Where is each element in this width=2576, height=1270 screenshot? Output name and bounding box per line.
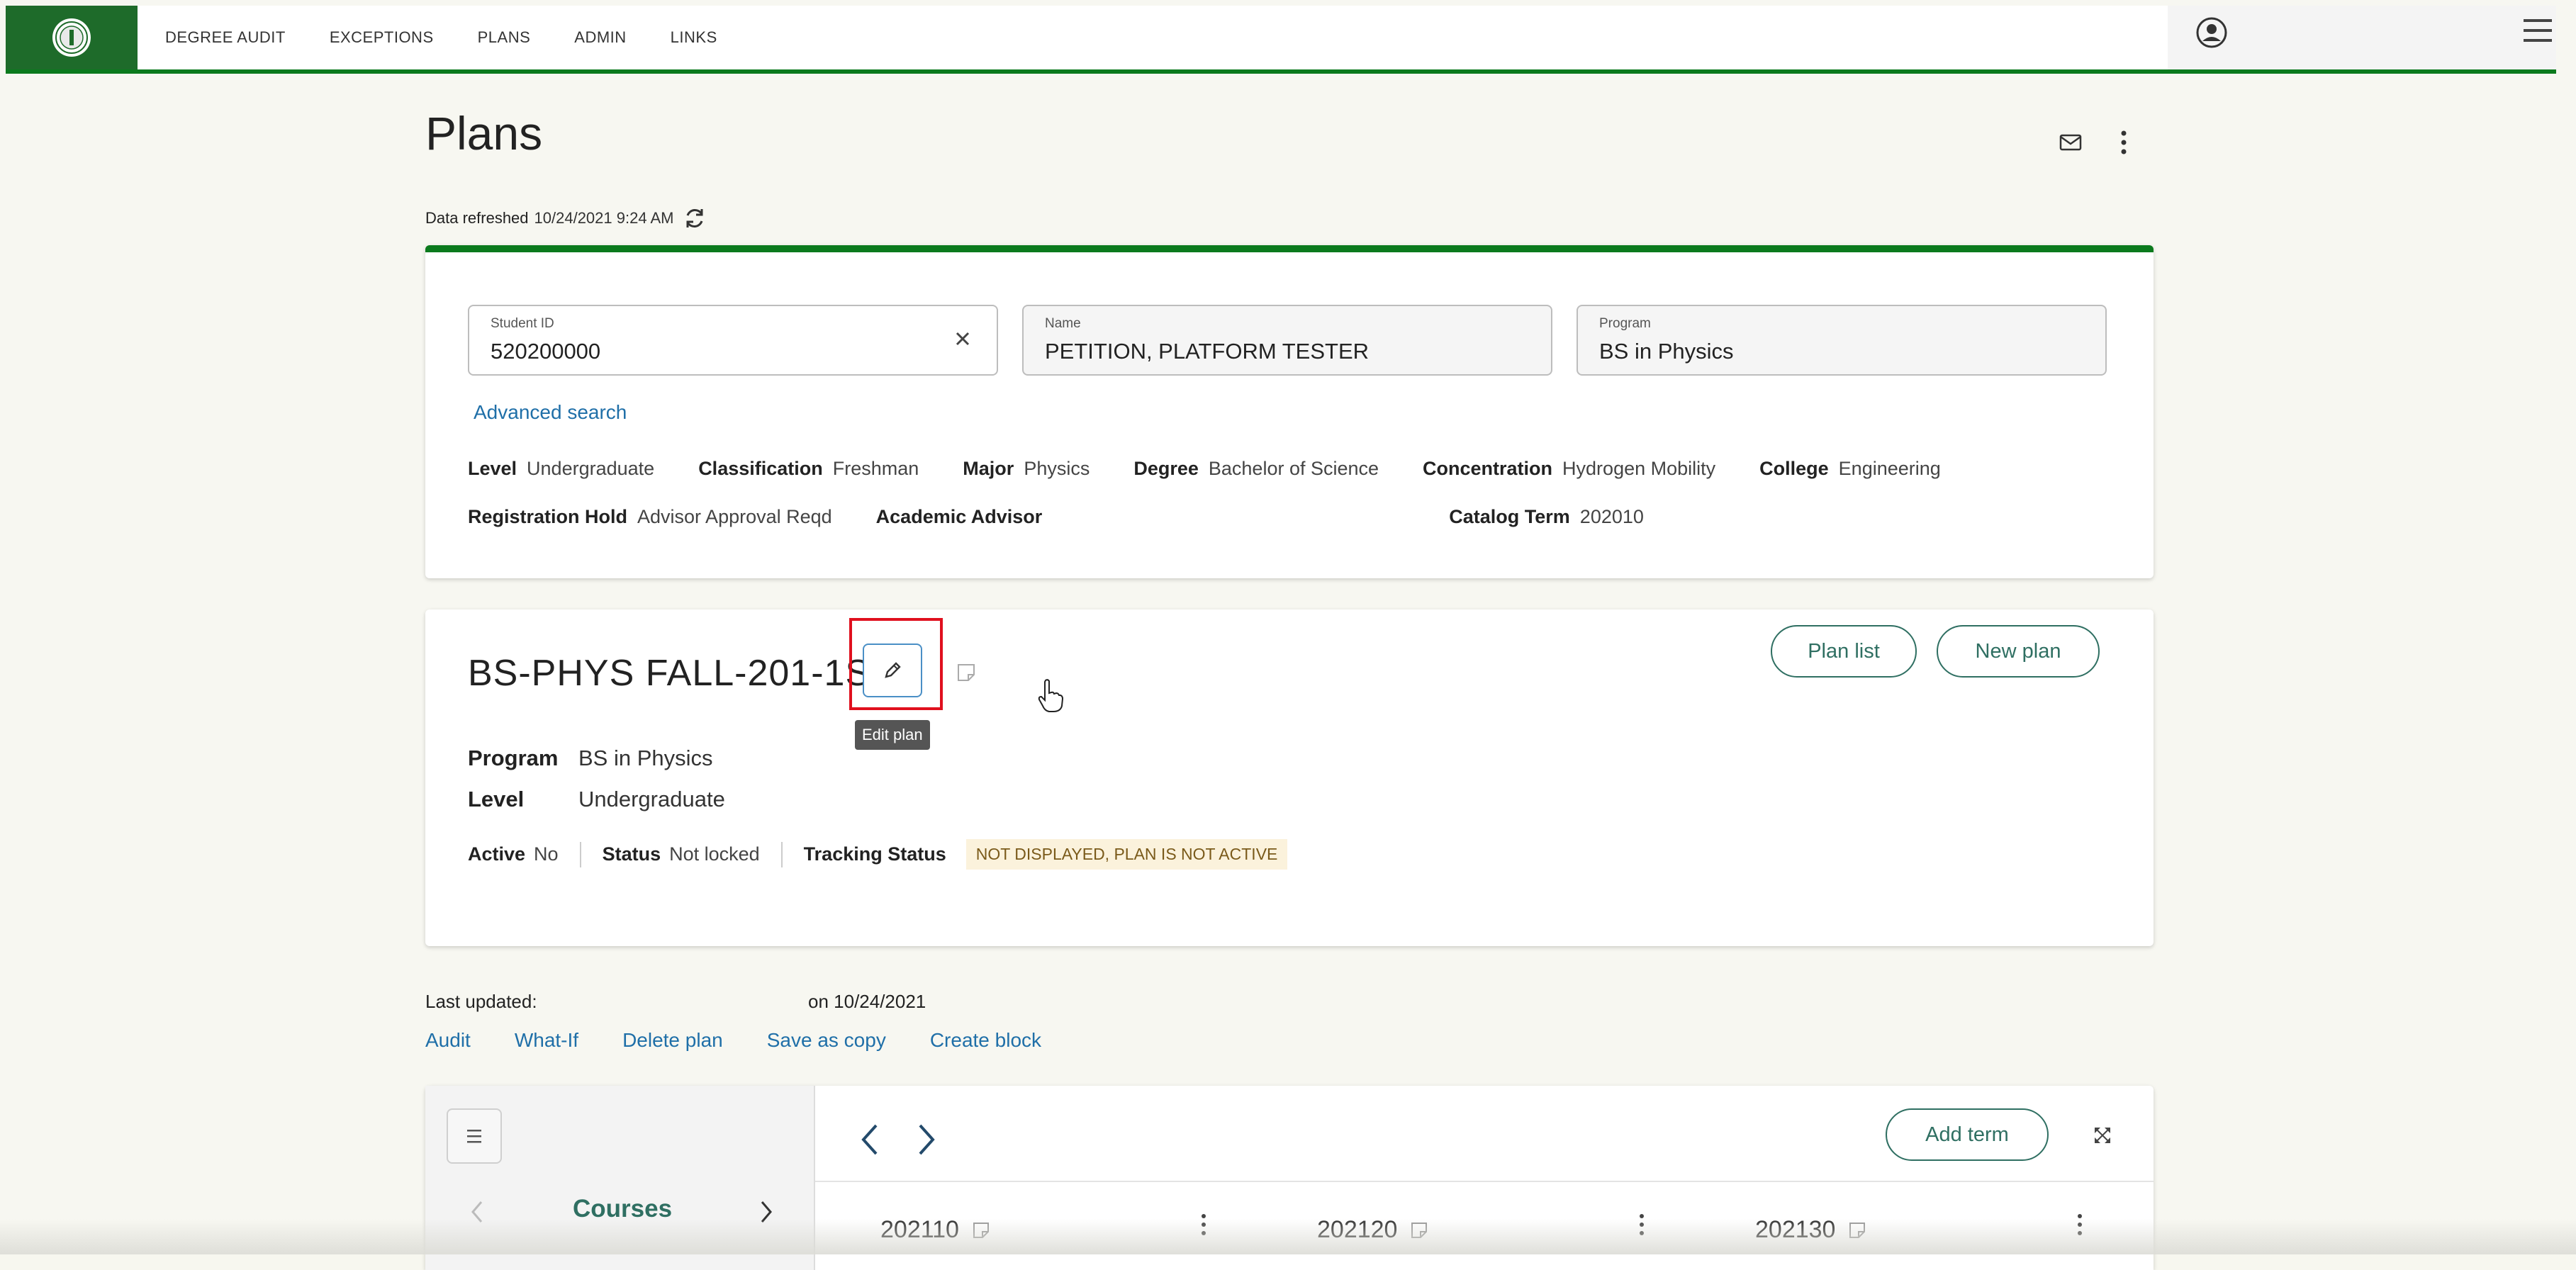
page-title: Plans xyxy=(425,107,543,159)
pencil-icon xyxy=(885,662,901,678)
what-if-link[interactable]: What-If xyxy=(515,1029,578,1052)
catalog-term-key: Catalog Term xyxy=(1449,506,1570,527)
university-seal-icon xyxy=(52,18,91,57)
level-val: Undergraduate xyxy=(527,458,655,479)
degree-key: Degree xyxy=(1133,458,1199,479)
logo[interactable] xyxy=(6,6,138,69)
major-val: Physics xyxy=(1024,458,1090,479)
plan-card: BS-PHYS FALL-201-1S Edit plan Plan list … xyxy=(425,609,2154,946)
degree-val: Bachelor of Science xyxy=(1208,458,1379,479)
college-key: College xyxy=(1759,458,1829,479)
advanced-search-link[interactable]: Advanced search xyxy=(474,401,627,424)
nav-admin[interactable]: ADMIN xyxy=(574,28,626,47)
name-value: PETITION, PLATFORM TESTER xyxy=(1045,339,1370,364)
tracking-status-badge: NOT DISPLAYED, PLAN IS NOT ACTIVE xyxy=(965,839,1288,870)
nav-degree-audit[interactable]: DEGREE AUDIT xyxy=(165,28,286,47)
last-updated-value: on 10/24/2021 xyxy=(808,991,926,1012)
student-meta-row-1: Level Undergraduate Classification Fresh… xyxy=(468,458,1985,480)
plan-program-val: BS in Physics xyxy=(578,746,713,770)
delete-plan-link[interactable]: Delete plan xyxy=(622,1029,723,1052)
data-refreshed: Data refreshed 10/24/2021 9:24 AM xyxy=(425,206,707,231)
email-icon[interactable] xyxy=(2059,132,2083,153)
catalog-term-val: 202010 xyxy=(1579,506,1644,527)
next-term-icon[interactable] xyxy=(914,1121,939,1158)
name-field: Name PETITION, PLATFORM TESTER xyxy=(1022,305,1552,376)
status-val: Not locked xyxy=(669,843,760,865)
classification-key: Classification xyxy=(698,458,823,479)
plan-level-key: Level xyxy=(468,787,525,811)
courses-menu-button[interactable] xyxy=(447,1108,502,1164)
plan-level-val: Undergraduate xyxy=(578,787,725,811)
concentration-key: Concentration xyxy=(1423,458,1553,479)
student-meta-row-2: Registration Hold Advisor Approval Reqd … xyxy=(468,506,1688,528)
program-value: BS in Physics xyxy=(1599,339,1734,364)
save-as-copy-link[interactable]: Save as copy xyxy=(767,1029,886,1052)
active-key: Active xyxy=(468,843,526,865)
note-icon[interactable] xyxy=(956,662,977,683)
prev-term-icon[interactable] xyxy=(858,1121,882,1158)
plan-level: Level Undergraduate xyxy=(468,787,725,812)
level-key: Level xyxy=(468,458,517,479)
edit-plan-button[interactable] xyxy=(863,644,922,697)
refreshed-label: Data refreshed xyxy=(425,209,529,227)
plan-program-key: Program xyxy=(468,746,559,770)
student-id-label: Student ID xyxy=(491,316,554,331)
new-plan-button[interactable]: New plan xyxy=(1937,625,2100,678)
plan-list-button[interactable]: Plan list xyxy=(1771,625,1917,678)
hamburger-menu-icon[interactable] xyxy=(2521,16,2555,45)
classification-val: Freshman xyxy=(832,458,919,479)
major-key: Major xyxy=(963,458,1014,479)
expand-icon[interactable] xyxy=(2093,1125,2112,1145)
tracking-status-key: Tracking Status xyxy=(803,843,946,865)
edit-plan-tooltip: Edit plan xyxy=(855,720,930,750)
list-icon xyxy=(467,1130,481,1143)
refreshed-value: 10/24/2021 9:24 AM xyxy=(534,209,674,227)
nav-links[interactable]: LINKS xyxy=(671,28,717,47)
divider xyxy=(780,841,783,867)
audit-link[interactable]: Audit xyxy=(425,1029,471,1052)
status-key: Status xyxy=(602,843,661,865)
add-term-button[interactable]: Add term xyxy=(1886,1108,2049,1161)
student-info-card: Student ID 520200000 Name PETITION, PLAT… xyxy=(425,245,2154,578)
plan-program: Program BS in Physics xyxy=(468,746,713,771)
active-val: No xyxy=(534,843,559,865)
nav-menu: DEGREE AUDIT EXCEPTIONS PLANS ADMIN LINK… xyxy=(165,6,761,69)
registration-hold-key: Registration Hold xyxy=(468,506,628,527)
top-navbar: DEGREE AUDIT EXCEPTIONS PLANS ADMIN LINK… xyxy=(6,6,2556,74)
concentration-val: Hydrogen Mobility xyxy=(1562,458,1716,479)
user-circle-icon[interactable] xyxy=(2195,16,2229,50)
program-field: Program BS in Physics xyxy=(1577,305,2107,376)
divider xyxy=(579,841,581,867)
program-label: Program xyxy=(1599,316,1651,331)
last-updated-label: Last updated: xyxy=(425,991,537,1012)
academic-advisor-key: Academic Advisor xyxy=(875,506,1043,527)
college-val: Engineering xyxy=(1838,458,1941,479)
refresh-icon[interactable] xyxy=(682,206,707,231)
plan-actions: Audit What-If Delete plan Save as copy C… xyxy=(425,1029,1085,1052)
registration-hold-val: Advisor Approval Reqd xyxy=(637,506,832,527)
hand-cursor-icon xyxy=(1038,679,1064,712)
create-block-link[interactable]: Create block xyxy=(930,1029,1041,1052)
nav-plans[interactable]: PLANS xyxy=(478,28,531,47)
student-id-value: 520200000 xyxy=(491,339,601,364)
more-options-icon[interactable] xyxy=(2117,128,2131,157)
clear-icon[interactable] xyxy=(950,326,975,352)
plan-title: BS-PHYS FALL-201-1S xyxy=(468,653,871,694)
bottom-shadow xyxy=(0,1219,2576,1254)
name-label: Name xyxy=(1045,316,1081,331)
plan-status-row: Active No Status Not locked Tracking Sta… xyxy=(468,839,1288,870)
student-id-field[interactable]: Student ID 520200000 xyxy=(468,305,998,376)
nav-exceptions[interactable]: EXCEPTIONS xyxy=(330,28,434,47)
